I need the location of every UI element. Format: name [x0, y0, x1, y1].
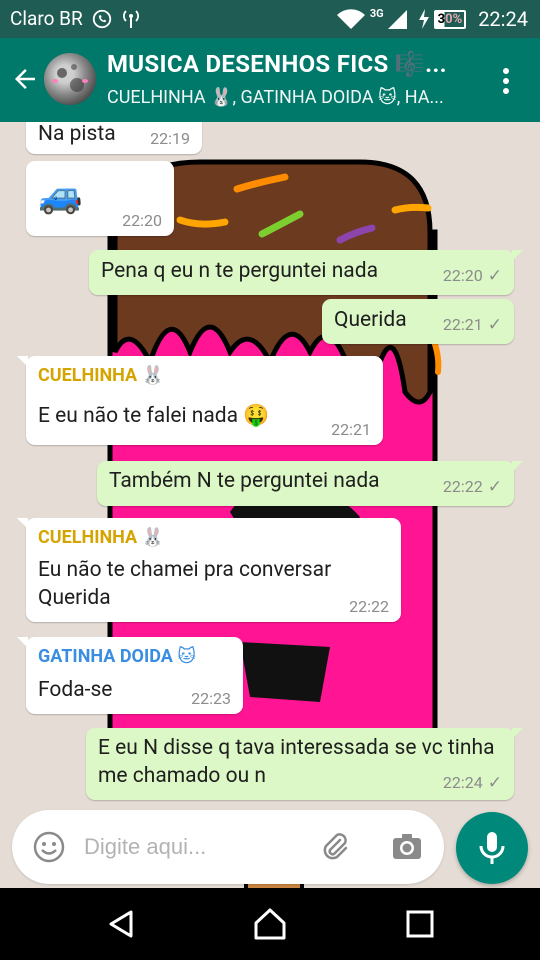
- status-bar-right: 3G 30% 22:24: [328, 7, 528, 31]
- message-text: E eu não te falei nada 🤑: [38, 404, 270, 428]
- message-time: 22:20: [122, 211, 162, 230]
- message-time: 22:21: [442, 315, 483, 334]
- signal-icon: [386, 8, 408, 30]
- chat-header[interactable]: MUSICA DESENHOS FICS 🎼... CUELHINHA 🐰, G…: [0, 38, 540, 122]
- message-time-status: 22:22 ✓: [443, 477, 502, 497]
- message-incoming[interactable]: CUELHINHA 🐰 Eu não te chamei pra convers…: [17, 518, 401, 622]
- message-outgoing[interactable]: E eu N disse q tava interessada se vc ti…: [86, 728, 523, 800]
- message-composer: [12, 810, 444, 884]
- more-vert-icon[interactable]: [496, 66, 516, 96]
- carrier-name: Claro BR: [10, 7, 83, 30]
- nav-recents-icon[interactable]: [402, 906, 438, 942]
- message-text: Na pista: [38, 122, 116, 146]
- emoji-icon[interactable]: [32, 830, 66, 864]
- message-time: 22:19: [150, 129, 190, 148]
- battery-level: 30%: [437, 11, 463, 27]
- message-time: 22:20: [442, 266, 483, 285]
- chat-area[interactable]: Na pista 22:19 🚙 22:20 Pena q eu n te pe…: [0, 122, 540, 888]
- back-arrow-icon[interactable]: [10, 64, 40, 94]
- battery-icon: 30%: [416, 8, 467, 30]
- message-time: 22:22: [349, 597, 389, 616]
- message-time: 22:23: [191, 689, 231, 708]
- message-time: 22:21: [331, 420, 371, 439]
- message-time-status: 22:24 ✓: [443, 773, 502, 793]
- message-text: Também N te perguntei nada: [109, 469, 380, 493]
- sender-name[interactable]: CUELHINHA 🐰: [38, 527, 164, 548]
- nav-back-icon[interactable]: [103, 906, 139, 942]
- whatsapp-icon: [91, 8, 113, 30]
- group-participants[interactable]: CUELHINHA 🐰, GATINHA DOIDA 🐱, HA...: [107, 87, 482, 108]
- message-time: 22:22: [442, 477, 483, 496]
- group-title[interactable]: MUSICA DESENHOS FICS 🎼...: [107, 50, 487, 78]
- message-text: Foda-se: [38, 678, 113, 702]
- message-incoming[interactable]: CUELHINHA 🐰 E eu não te falei nada 🤑 22:…: [17, 356, 383, 445]
- attach-icon[interactable]: [318, 830, 352, 864]
- message-text: Pena q eu n te perguntei nada: [101, 259, 378, 283]
- sent-check-icon: ✓: [487, 477, 502, 497]
- message-time: 22:24: [442, 773, 483, 792]
- message-outgoing[interactable]: Querida 22:21 ✓: [322, 299, 514, 344]
- network-type: 3G: [369, 7, 384, 20]
- status-bar: Claro BR 3G 30% 22:24: [0, 0, 540, 38]
- message-time-status: 22:21 ✓: [443, 315, 502, 335]
- camera-icon[interactable]: [390, 830, 424, 864]
- navigation-bar: [0, 888, 540, 960]
- mic-icon: [479, 832, 505, 864]
- sent-check-icon: ✓: [487, 773, 502, 793]
- clock: 22:24: [478, 7, 528, 31]
- message-text: Eu não te chamei pra conversar Querida: [38, 558, 332, 610]
- message-text: 🚙: [38, 174, 83, 216]
- message-incoming[interactable]: 🚙 22:20: [26, 161, 174, 236]
- message-text: Querida: [334, 308, 407, 332]
- message-time-status: 22:20 ✓: [443, 266, 502, 286]
- mic-button[interactable]: [456, 812, 528, 884]
- message-input[interactable]: [84, 832, 314, 862]
- status-bar-left: Claro BR: [10, 7, 141, 30]
- wifi-icon: [336, 8, 366, 30]
- sent-check-icon: ✓: [487, 266, 502, 286]
- message-outgoing[interactable]: Também N te perguntei nada 22:22 ✓: [97, 461, 523, 506]
- sender-name[interactable]: CUELHINHA 🐰: [38, 365, 164, 386]
- hotspot-icon: [121, 8, 141, 30]
- sender-name[interactable]: GATINHA DOIDA 🐱: [38, 646, 196, 667]
- message-outgoing[interactable]: Pena q eu n te perguntei nada 22:20 ✓: [89, 250, 523, 295]
- group-avatar[interactable]: [44, 53, 96, 105]
- sent-check-icon: ✓: [487, 315, 502, 335]
- message-incoming[interactable]: Na pista 22:19: [26, 122, 202, 154]
- nav-home-icon[interactable]: [252, 906, 288, 942]
- message-incoming[interactable]: GATINHA DOIDA 🐱 Foda-se 22:23: [17, 637, 243, 714]
